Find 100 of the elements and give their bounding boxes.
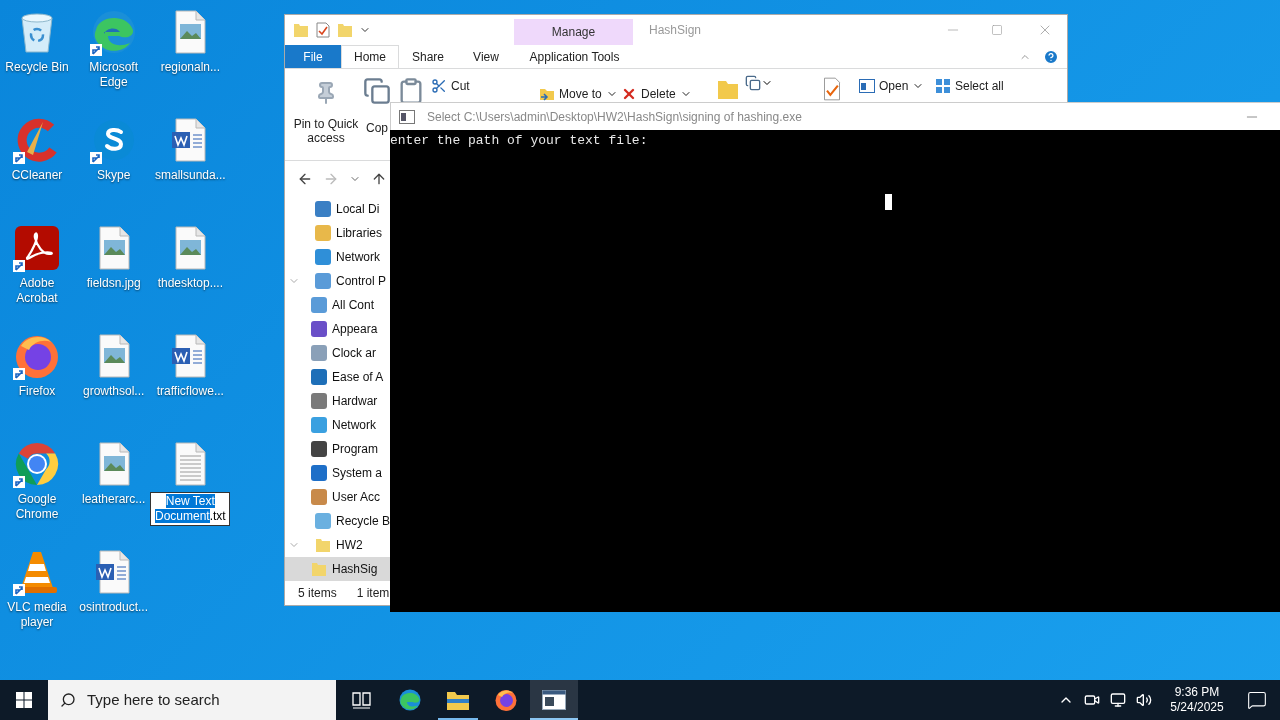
delete-button[interactable]: Delete (621, 69, 701, 103)
icon-label: Recycle Bin (4, 60, 70, 75)
pin-button[interactable]: Pin to Quick access (289, 69, 363, 145)
tree-item[interactable]: Ease of A (285, 365, 391, 389)
status-text: 1 item (356, 585, 390, 602)
edge-icon (398, 688, 422, 712)
control-icon (311, 465, 327, 481)
checkmark-document-icon[interactable] (315, 22, 331, 38)
icon-label: thdesktop.... (156, 276, 224, 291)
tree-item[interactable]: Clock ar (285, 341, 391, 365)
move-to-button[interactable]: Move to (539, 69, 621, 103)
tree-item[interactable]: Network (285, 245, 391, 269)
console-output: enter the path of your text file: (390, 132, 649, 149)
ribbon-tab[interactable]: Home (341, 45, 399, 68)
icon-label: VLC media player (6, 600, 68, 630)
control-icon (315, 225, 331, 241)
select-all-button[interactable]: Select all (935, 69, 1035, 95)
ribbon-tab[interactable]: File (285, 45, 341, 68)
window-title: Select C:\Users\admin\Desktop\HW2\HashSign\signing of hashing.exe (427, 108, 802, 126)
console-icon (542, 690, 566, 710)
folder-arrow-icon (539, 86, 555, 102)
control-icon (311, 345, 327, 361)
tree-item[interactable]: User Acc (285, 485, 391, 509)
control-icon (311, 369, 327, 385)
control-icon (315, 273, 331, 289)
control-icon (311, 489, 327, 505)
volume-icon[interactable] (1136, 692, 1152, 708)
context-group-label: Manage (514, 19, 633, 45)
control-icon (315, 201, 331, 217)
icon-label: Firefox (17, 384, 57, 399)
icon-label: Skype (95, 168, 132, 183)
icon-label: leatherarc... (80, 492, 147, 507)
tree-label: Network (332, 417, 376, 434)
tree-item[interactable]: Recycle Bi (285, 509, 391, 533)
copy-button[interactable]: Cop (363, 69, 391, 135)
tree-label: Clock ar (332, 345, 376, 362)
status-text: 5 items (298, 585, 337, 602)
tree-label: Hardwar (332, 393, 378, 410)
help-icon[interactable] (1043, 48, 1059, 65)
ribbon-tab[interactable]: Application Tools (515, 45, 634, 68)
tree-item[interactable]: Libraries (285, 221, 391, 245)
icon-label: CCleaner (10, 168, 64, 183)
icon-label: osintroduct... (78, 600, 149, 615)
icon-label: Adobe Acrobat (15, 276, 59, 306)
network-icon[interactable] (1110, 692, 1126, 708)
folder-icon (315, 537, 331, 553)
window-icon (859, 79, 875, 93)
tree-label: Libraries (336, 225, 383, 242)
tree-label: Recycle Bi (336, 513, 391, 530)
control-icon (311, 441, 327, 457)
copy-icon (363, 77, 391, 105)
tree-item[interactable]: All Cont (285, 293, 391, 317)
cut-button[interactable]: Cut (431, 69, 531, 95)
delete-icon (621, 86, 637, 102)
tree-item[interactable]: HashSig (285, 557, 391, 581)
tree-item[interactable]: Hardwar (285, 389, 391, 413)
tree-label: Program (332, 441, 378, 458)
tree-label: Control P (336, 273, 387, 290)
tree-label: HashSig (332, 561, 378, 578)
ribbon-tab[interactable]: Share (399, 45, 457, 68)
window-title: HashSign (649, 22, 702, 39)
tree-label: Local Di (336, 201, 380, 218)
search-icon (60, 692, 76, 708)
tree-label: Ease of A (332, 369, 384, 386)
taskbar-button[interactable] (530, 680, 578, 720)
tree-item[interactable]: Local Di (285, 197, 391, 221)
console-icon (399, 109, 415, 124)
icon-label: growthsol... (81, 384, 146, 399)
open-button[interactable]: Open (859, 69, 925, 95)
ribbon-tab[interactable]: View (457, 45, 515, 68)
icon-label: Microsoft Edge (88, 60, 139, 90)
control-icon (311, 297, 327, 313)
clock[interactable]: 9:36 PM 5/24/2025 (1160, 680, 1234, 720)
tree-item[interactable]: Control P (285, 269, 391, 293)
icon-label: fieldsn.jpg (85, 276, 142, 291)
tree-item[interactable]: Program (285, 437, 391, 461)
copy-icon (745, 75, 761, 91)
control-icon (315, 249, 331, 265)
icon-label: smallsunda... (153, 168, 227, 183)
tree-item[interactable]: HW2 (285, 533, 391, 557)
grid-icon (935, 78, 951, 94)
folder-icon (311, 561, 327, 577)
icon-label: Google Chrome (14, 492, 60, 522)
chrome-icon[interactable] (13, 440, 61, 488)
checkmark-document-icon (822, 77, 842, 101)
tree-item[interactable]: Appeara (285, 317, 391, 341)
acrobat-icon[interactable] (13, 224, 61, 272)
icon-label: regionaln... (159, 60, 221, 75)
control-icon (315, 513, 331, 529)
tree-label: All Cont (332, 297, 375, 314)
tree-label: Appeara (332, 321, 378, 338)
camera-icon[interactable] (1084, 692, 1100, 708)
icon-label: trafficflowe... (155, 384, 225, 399)
tree-label: User Acc (332, 489, 380, 506)
search-field[interactable]: Type here to search (48, 680, 336, 720)
control-icon (311, 393, 327, 409)
tree-item[interactable]: Network (285, 413, 391, 437)
tree-item[interactable]: System a (285, 461, 391, 485)
control-icon (311, 321, 327, 337)
tree-label: HW2 (336, 537, 363, 554)
